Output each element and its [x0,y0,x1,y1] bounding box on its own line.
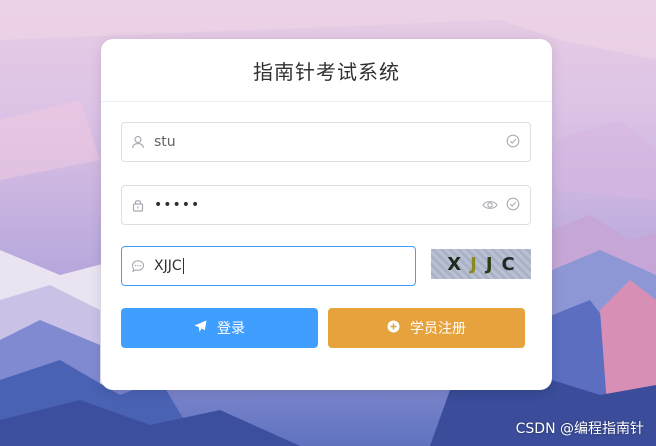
captcha-input[interactable]: XJJC [154,258,415,274]
check-circle-icon [506,196,520,215]
username-input[interactable]: stu [154,134,506,150]
captcha-char: C [501,253,515,275]
captcha-input-value: XJJC [154,258,182,274]
text-cursor [182,258,184,274]
eye-icon[interactable] [482,196,498,215]
captcha-char: X [447,253,462,275]
register-button-label: 学员注册 [410,321,466,337]
password-field[interactable]: ••••• [121,185,531,225]
login-card: 指南针考试系统 stu ••••• XJJC X J J C 登录 学员注册 [101,39,552,390]
chat-icon [122,259,154,273]
lock-icon [122,198,154,212]
captcha-char: J [485,253,493,275]
send-icon [194,320,207,337]
watermark: CSDN @编程指南针 [515,421,644,437]
captcha-char: J [470,253,477,275]
user-icon [122,135,154,149]
plus-circle-icon [387,320,400,337]
username-field[interactable]: stu [121,122,531,162]
password-input[interactable]: ••••• [154,197,482,213]
register-button[interactable]: 学员注册 [328,308,525,348]
login-button-label: 登录 [217,321,245,337]
login-button[interactable]: 登录 [121,308,318,348]
check-circle-icon [506,133,520,152]
page-title: 指南针考试系统 [101,39,552,102]
captcha-image[interactable]: X J J C [431,249,531,279]
captcha-field[interactable]: XJJC [121,246,416,286]
